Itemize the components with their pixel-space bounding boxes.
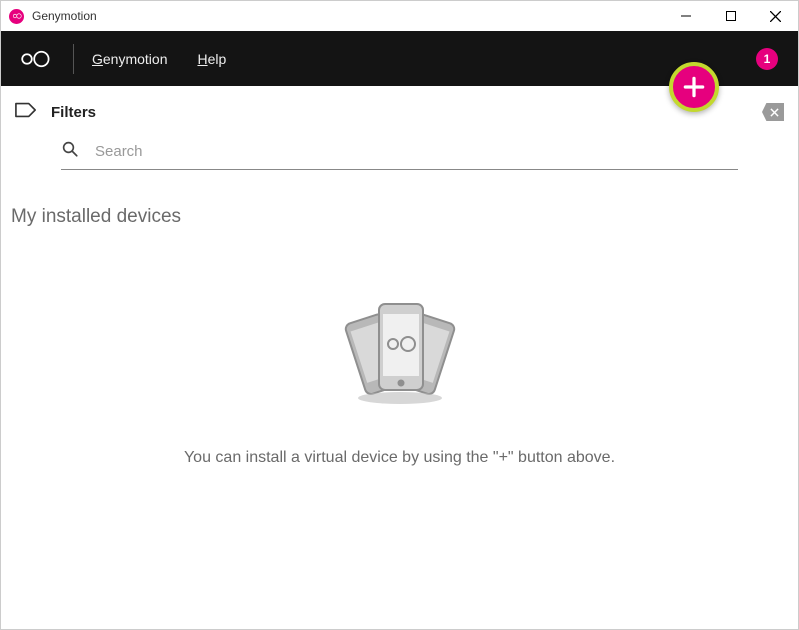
search-row — [61, 136, 738, 170]
notification-badge[interactable]: 1 — [756, 48, 778, 70]
devices-illustration-icon — [330, 294, 470, 419]
window-title: Genymotion — [32, 9, 97, 23]
add-device-button[interactable] — [669, 62, 719, 112]
empty-state: You can install a virtual device by usin… — [1, 294, 798, 467]
title-bar: Genymotion — [1, 1, 798, 31]
logo-icon — [17, 49, 65, 69]
minimize-button[interactable] — [663, 1, 708, 31]
menu-label: elp — [208, 51, 227, 67]
search-input[interactable] — [95, 143, 738, 160]
close-button[interactable] — [753, 1, 798, 31]
empty-state-message: You can install a virtual device by usin… — [184, 449, 615, 467]
clear-filters-button[interactable] — [762, 103, 784, 121]
section-title: My installed devices — [11, 206, 798, 228]
tag-icon — [15, 101, 37, 124]
menu-divider — [73, 44, 74, 74]
maximize-button[interactable] — [708, 1, 753, 31]
menu-item-genymotion[interactable]: Genymotion — [92, 51, 167, 67]
search-icon — [61, 140, 79, 163]
menu-item-help[interactable]: Help — [197, 51, 226, 67]
filters-label: Filters — [51, 104, 96, 121]
menu-label: enymotion — [103, 51, 168, 67]
app-icon — [9, 9, 24, 24]
